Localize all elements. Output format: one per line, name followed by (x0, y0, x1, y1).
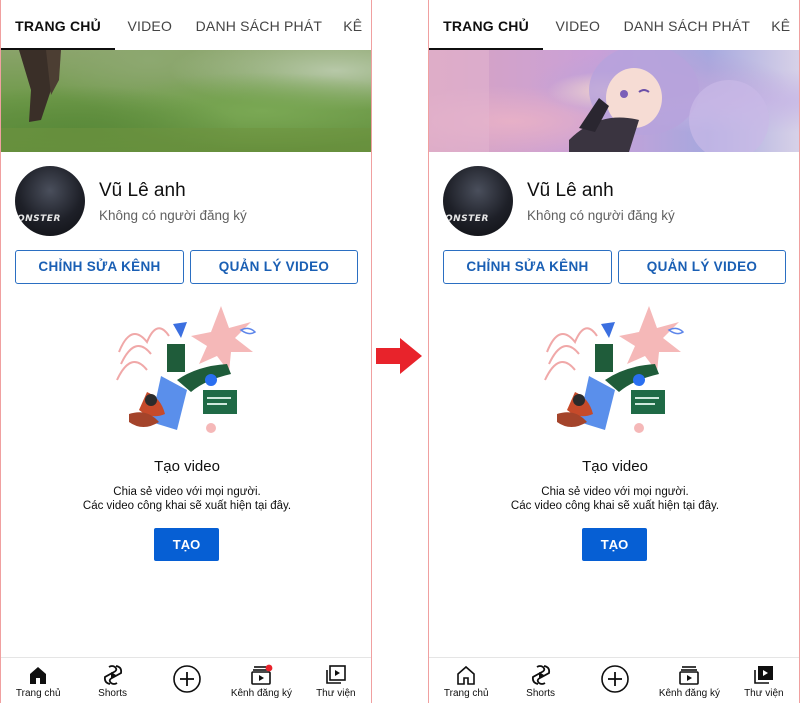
nav-subscriptions-label: Kênh đăng ký (230, 688, 292, 699)
banner-anime-character (429, 50, 769, 152)
edit-channel-button[interactable]: CHỈNH SỬA KÊNH (15, 250, 184, 284)
nav-shorts-label: Shorts (526, 688, 556, 699)
library-icon (326, 665, 346, 684)
tab-channels-partial[interactable]: KÊ (333, 0, 371, 50)
subscriptions-icon (251, 664, 273, 685)
tab-home[interactable]: TRANG CHỦ (1, 0, 116, 50)
nav-subscriptions-label: Kênh đăng ký (658, 688, 720, 699)
shorts-icon (531, 665, 550, 685)
tab-playlists[interactable]: DANH SÁCH PHÁT (184, 0, 333, 50)
tab-video[interactable]: VIDEO (543, 0, 612, 50)
channel-banner (1, 50, 371, 152)
nav-subscriptions[interactable]: Kênh đăng ký (652, 658, 726, 703)
nav-subscriptions[interactable]: Kênh đăng ký (224, 658, 298, 703)
home-icon (457, 665, 476, 685)
tab-playlists[interactable]: DANH SÁCH PHÁT (612, 0, 761, 50)
screen-after: TRANG CHỦ VIDEO DANH SÁCH PHÁT KÊ ONSTER… (428, 0, 800, 703)
channel-name: Vũ Lê anh (527, 180, 614, 201)
nav-shorts[interactable]: Shorts (503, 658, 577, 703)
empty-state-line-1: Chia sẻ video với mọi người. (541, 486, 689, 498)
subscriber-count: Không có người đăng ký (99, 208, 247, 223)
channel-tabs: TRANG CHỦ VIDEO DANH SÁCH PHÁT KÊ (429, 0, 799, 50)
empty-state-line-2: Các video công khai sẽ xuất hiện tại đây… (510, 500, 720, 512)
avatar-caption: ONSTER (17, 214, 61, 224)
empty-state-line-1: Chia sẻ video với mọi người. (113, 486, 261, 498)
bottom-navigation: Trang chủ Shorts Kênh đăng ký Thư viện (1, 657, 371, 703)
nav-shorts[interactable]: Shorts (75, 658, 149, 703)
transition-arrow-icon (376, 338, 422, 374)
notification-dot (266, 664, 273, 672)
subscriber-count: Không có người đăng ký (527, 208, 675, 223)
create-plus-icon (173, 665, 201, 693)
empty-state-title: Tạo video (582, 458, 648, 475)
tab-home[interactable]: TRANG CHỦ (429, 0, 544, 50)
nav-home-label: Trang chủ (15, 688, 61, 699)
create-video-illustration (544, 306, 685, 433)
create-button[interactable]: TẠO (154, 528, 219, 561)
avatar-caption: ONSTER (445, 214, 489, 224)
nav-library[interactable]: Thư viện (727, 658, 799, 703)
screen-before: TRANG CHỦ VIDEO DANH SÁCH PHÁT KÊ ONSTER… (0, 0, 372, 703)
nav-shorts-label: Shorts (98, 688, 128, 699)
nav-library-label: Thư viện (316, 688, 356, 699)
empty-state-description: Chia sẻ video với mọi người. Các video c… (429, 485, 799, 513)
home-icon (30, 667, 47, 684)
nav-home[interactable]: Trang chủ (429, 658, 503, 703)
nav-create[interactable] (578, 658, 652, 703)
library-icon (754, 666, 773, 684)
create-plus-icon (601, 665, 629, 693)
create-button[interactable]: TẠO (582, 528, 647, 561)
tab-channels-partial[interactable]: KÊ (761, 0, 799, 50)
edit-channel-button[interactable]: CHỈNH SỬA KÊNH (443, 250, 612, 284)
channel-banner (429, 50, 799, 152)
bottom-navigation: Trang chủ Shorts Kênh đăng ký Thư viện (429, 657, 799, 703)
channel-name: Vũ Lê anh (99, 180, 186, 201)
empty-state-line-2: Các video công khai sẽ xuất hiện tại đây… (82, 500, 292, 512)
nav-home[interactable]: Trang chủ (1, 658, 75, 703)
avatar[interactable]: ONSTER (15, 166, 85, 236)
empty-state-title: Tạo video (154, 458, 220, 475)
nav-create[interactable] (150, 658, 224, 703)
shorts-icon (103, 665, 122, 685)
manage-videos-button[interactable]: QUẢN LÝ VIDEO (618, 250, 786, 284)
empty-state-description: Chia sẻ video với mọi người. Các video c… (1, 485, 371, 513)
channel-tabs: TRANG CHỦ VIDEO DANH SÁCH PHÁT KÊ (1, 0, 371, 50)
create-video-illustration (116, 306, 257, 433)
avatar[interactable]: ONSTER (443, 166, 513, 236)
nav-home-label: Trang chủ (443, 688, 489, 699)
banner-tree-trunk (1, 50, 371, 152)
subscriptions-icon (679, 666, 700, 685)
manage-videos-button[interactable]: QUẢN LÝ VIDEO (190, 250, 358, 284)
tab-video[interactable]: VIDEO (115, 0, 184, 50)
nav-library[interactable]: Thư viện (299, 658, 371, 703)
nav-library-label: Thư viện (744, 688, 784, 699)
